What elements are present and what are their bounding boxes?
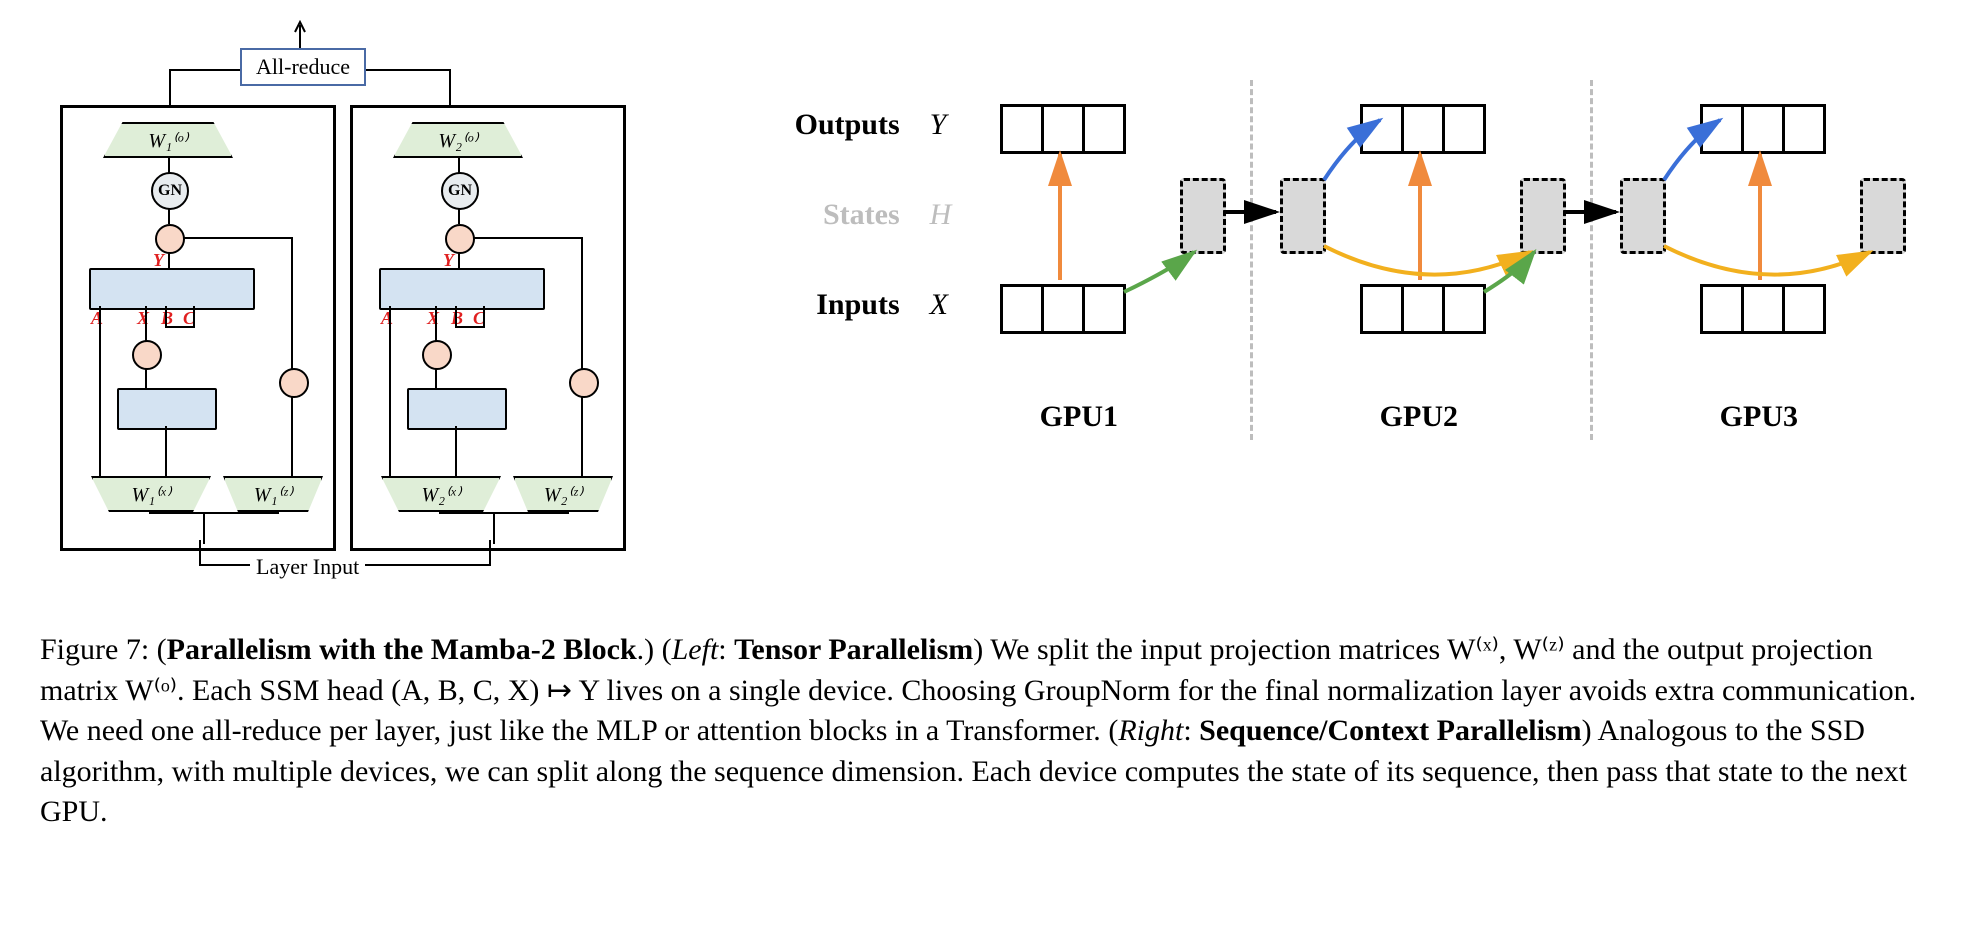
x-label: X bbox=[427, 308, 439, 329]
output-chunk bbox=[1000, 104, 1126, 154]
state-in bbox=[1280, 178, 1326, 254]
a-label: A bbox=[381, 308, 393, 329]
input-chunk bbox=[1700, 284, 1826, 334]
gpu-separator bbox=[1250, 80, 1253, 440]
tensor-parallelism-diagram: All-reduce W₁⁽ᵒ⁾ GN Y A X B C bbox=[40, 20, 680, 600]
caption-title: Parallelism with the Mamba-2 Block bbox=[167, 633, 637, 666]
state-out bbox=[1520, 178, 1566, 254]
state-out bbox=[1180, 178, 1226, 254]
outputs-label: Outputs bbox=[740, 108, 900, 142]
state-in bbox=[1620, 178, 1666, 254]
w-input-z-1: W₁⁽ᶻ⁾ bbox=[223, 476, 323, 512]
gpu2-label: GPU2 bbox=[1380, 400, 1458, 434]
ssm-bottom-block bbox=[407, 388, 507, 430]
multiply-icon bbox=[132, 340, 162, 370]
states-label: States bbox=[740, 198, 900, 232]
caption-left-tag: Left bbox=[672, 633, 719, 666]
ssm-bottom-block bbox=[117, 388, 217, 430]
output-chunk bbox=[1360, 104, 1486, 154]
w-output-2: W₂⁽ᵒ⁾ bbox=[393, 122, 523, 158]
tp-device-2: W₂⁽ᵒ⁾ GN Y A X B C bbox=[350, 105, 626, 551]
figure-number: Figure 7: bbox=[40, 633, 149, 666]
w-input-x-1: W₁⁽ˣ⁾ bbox=[91, 476, 211, 512]
x-label: X bbox=[137, 308, 149, 329]
ssm-top-block bbox=[379, 268, 545, 310]
gpu-separator bbox=[1590, 80, 1593, 440]
inputs-label: Inputs bbox=[740, 288, 900, 322]
w-input-z-2: W₂⁽ᶻ⁾ bbox=[513, 476, 613, 512]
gpu1-label: GPU1 bbox=[1040, 400, 1118, 434]
w-output-1: W₁⁽ᵒ⁾ bbox=[103, 122, 233, 158]
input-chunk bbox=[1000, 284, 1126, 334]
h-symbol: H bbox=[930, 198, 952, 232]
a-label: A bbox=[91, 308, 103, 329]
tp-device-1: W₁⁽ᵒ⁾ GN Y A X B C bbox=[60, 105, 336, 551]
figure-caption: Figure 7: (Parallelism with the Mamba-2 … bbox=[40, 630, 1939, 833]
sequence-parallelism-diagram: Outputs States Inputs Y H X bbox=[740, 20, 1939, 620]
gpu3-label: GPU3 bbox=[1720, 400, 1798, 434]
groupnorm-icon: GN bbox=[441, 172, 479, 210]
state-out bbox=[1860, 178, 1906, 254]
caption-left-name: Tensor Parallelism bbox=[734, 633, 973, 666]
w-input-x-2: W₂⁽ˣ⁾ bbox=[381, 476, 501, 512]
ssm-top-block bbox=[89, 268, 255, 310]
groupnorm-icon: GN bbox=[151, 172, 189, 210]
allreduce-label: All-reduce bbox=[240, 48, 366, 86]
output-chunk bbox=[1700, 104, 1826, 154]
caption-right-tag: Right bbox=[1118, 714, 1183, 747]
multiply-icon bbox=[279, 368, 309, 398]
multiply-icon bbox=[569, 368, 599, 398]
y-symbol: Y bbox=[930, 108, 947, 142]
input-chunk bbox=[1360, 284, 1486, 334]
caption-right-name: Sequence/Context Parallelism bbox=[1199, 714, 1581, 747]
layer-input-label: Layer Input bbox=[250, 552, 365, 582]
sp-arrows bbox=[740, 20, 1940, 440]
x-symbol: X bbox=[930, 288, 948, 322]
multiply-icon bbox=[422, 340, 452, 370]
